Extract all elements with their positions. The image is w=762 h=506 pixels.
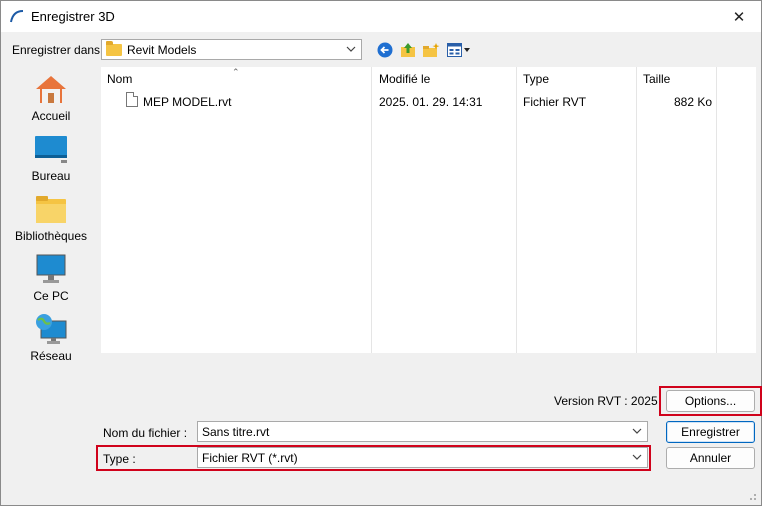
window-title: Enregistrer 3D — [31, 9, 115, 24]
place-home[interactable]: Accueil — [11, 73, 91, 123]
filename-label: Nom du fichier : — [103, 426, 188, 440]
column-divider[interactable] — [636, 67, 637, 353]
save-in-value: Revit Models — [127, 43, 197, 57]
file-size: 882 Ko — [674, 95, 713, 109]
view-menu-icon[interactable] — [446, 41, 472, 59]
chevron-down-icon[interactable] — [631, 424, 643, 438]
file-type-value: Fichier RVT (*.rvt) — [202, 451, 298, 465]
type-label: Type : — [103, 452, 136, 466]
version-label: Version RVT : 2025 — [554, 394, 658, 408]
file-type: Fichier RVT — [523, 95, 587, 109]
file-name[interactable]: MEP MODEL.rvt — [143, 95, 231, 109]
column-header-type[interactable]: Type — [523, 72, 549, 86]
filename-value[interactable]: Sans titre.rvt — [202, 425, 269, 439]
revit-app-icon — [10, 10, 24, 23]
column-header-modified[interactable]: Modifié le — [379, 72, 430, 86]
save-button[interactable]: Enregistrer — [666, 421, 755, 443]
sort-ascending-icon: ⌃ — [232, 67, 240, 77]
save-dialog: Enregistrer 3D ✕ Enregistrer dans : Revi… — [0, 0, 762, 506]
desktop-icon — [35, 136, 67, 163]
save-in-dropdown[interactable]: Revit Models — [101, 39, 362, 60]
column-divider[interactable] — [716, 67, 717, 353]
chevron-down-icon[interactable] — [345, 42, 357, 56]
new-folder-icon[interactable] — [422, 41, 440, 59]
places-bar: Accueil Bureau Bibliothèques Ce PC Résea… — [11, 67, 95, 492]
libraries-icon — [36, 196, 66, 223]
column-divider[interactable] — [516, 67, 517, 353]
file-icon — [126, 92, 138, 107]
options-button[interactable]: Options... — [666, 390, 755, 412]
save-in-label: Enregistrer dans : — [12, 43, 107, 57]
place-label: Bibliothèques — [14, 229, 88, 243]
close-icon[interactable]: ✕ — [733, 8, 746, 26]
network-icon — [36, 314, 67, 344]
place-network[interactable]: Réseau — [11, 313, 91, 363]
place-label: Accueil — [31, 109, 71, 123]
folder-icon — [106, 41, 122, 56]
cancel-button[interactable]: Annuler — [666, 447, 755, 469]
resize-grip-icon[interactable] — [747, 491, 757, 501]
file-list[interactable]: ⌃ Nom Modifié le Type Taille MEP MODEL.r… — [101, 67, 756, 353]
filename-input[interactable]: Sans titre.rvt — [197, 421, 648, 442]
column-divider[interactable] — [371, 67, 372, 353]
place-libraries[interactable]: Bibliothèques — [11, 193, 91, 243]
chevron-down-icon[interactable] — [631, 450, 643, 464]
place-label: Ce PC — [33, 289, 69, 303]
file-modified: 2025. 01. 29. 14:31 — [379, 95, 483, 109]
close-button[interactable]: ✕ — [717, 1, 761, 32]
place-label: Réseau — [30, 349, 72, 363]
column-header-name[interactable]: Nom — [107, 72, 132, 86]
place-label: Bureau — [31, 169, 71, 183]
file-type-dropdown[interactable]: Fichier RVT (*.rvt) — [197, 447, 648, 468]
title-bar: Enregistrer 3D ✕ — [1, 1, 761, 32]
back-arrow-icon[interactable] — [376, 41, 394, 59]
place-computer[interactable]: Ce PC — [11, 253, 91, 303]
home-icon — [36, 76, 66, 103]
place-desktop[interactable]: Bureau — [11, 133, 91, 183]
computer-icon — [36, 254, 66, 283]
column-header-size[interactable]: Taille — [643, 72, 670, 86]
up-folder-icon[interactable] — [399, 41, 417, 59]
